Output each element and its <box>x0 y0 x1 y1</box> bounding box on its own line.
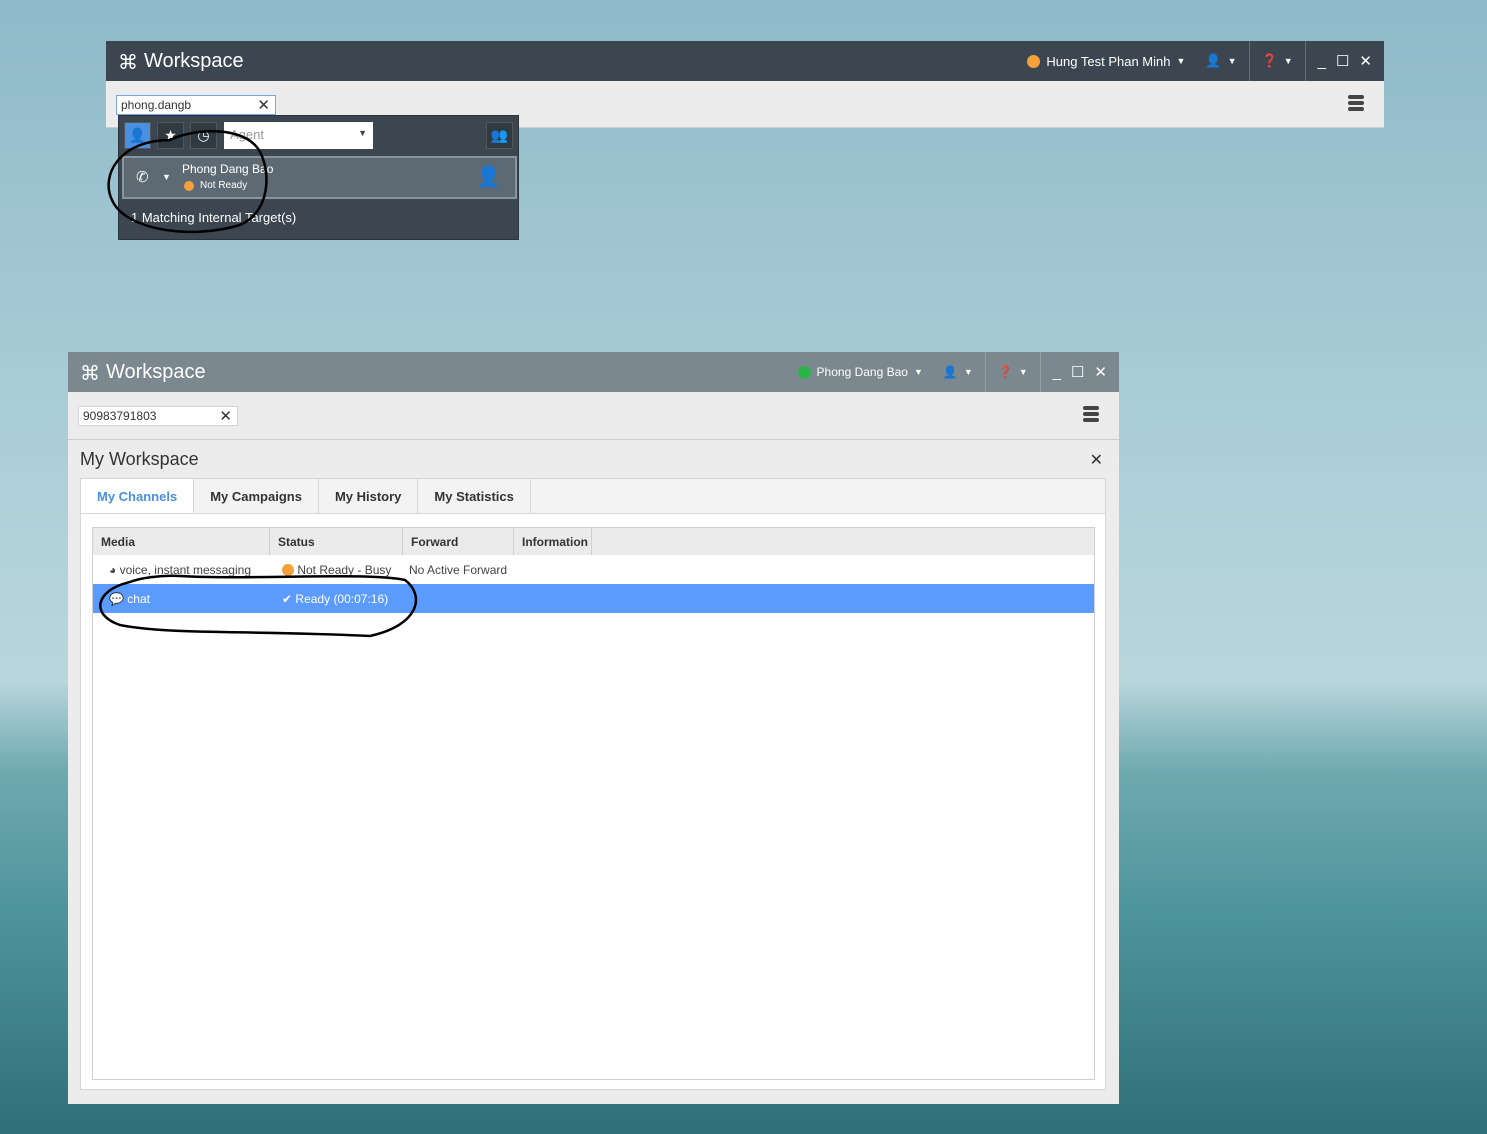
annotation-circle <box>107 130 268 234</box>
annotation-circle <box>99 574 418 638</box>
hand-drawn-annotations <box>99 130 418 638</box>
